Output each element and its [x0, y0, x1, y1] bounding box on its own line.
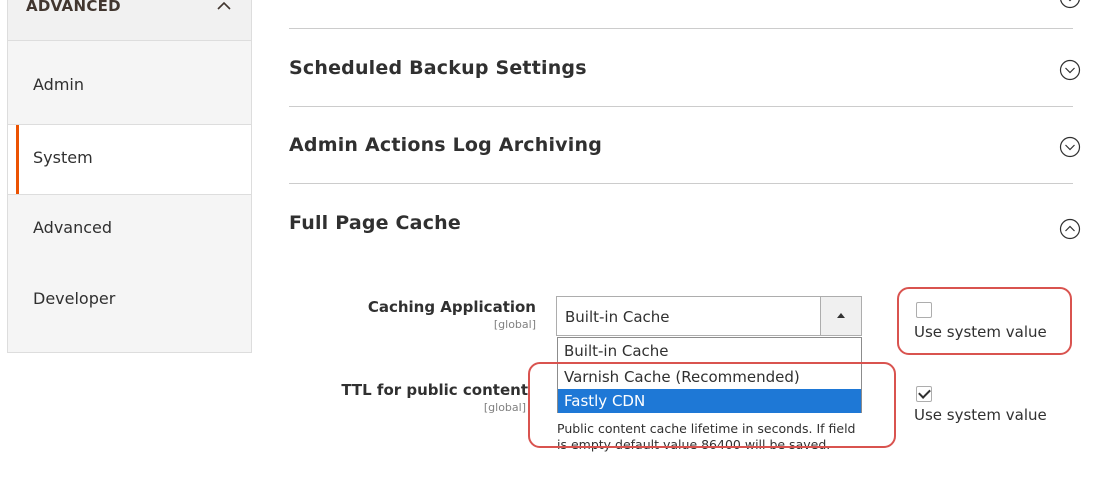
- sidebar-item-label: Advanced: [33, 218, 113, 237]
- sidebar-item-system[interactable]: System: [8, 124, 251, 195]
- caching-application-select[interactable]: Built-in Cache: [556, 296, 862, 336]
- caching-application-scope: [global]: [493, 318, 536, 331]
- section-title-scheduled-backup[interactable]: Scheduled Backup Settings: [289, 57, 587, 79]
- sidebar-item-advanced[interactable]: Advanced: [8, 195, 251, 266]
- sidebar-section-header[interactable]: ADVANCED: [8, 0, 251, 41]
- select-value: Built-in Cache: [565, 308, 670, 326]
- ttl-public-content-scope: [global]: [483, 401, 526, 414]
- sidebar-item-admin[interactable]: Admin: [8, 52, 251, 123]
- section-divider: [289, 28, 1073, 29]
- use-system-value-checkbox-ttl[interactable]: [916, 386, 932, 402]
- sidebar-item-label: System: [33, 148, 93, 167]
- caching-application-label: Caching Application: [367, 298, 536, 316]
- section-divider: [289, 183, 1073, 184]
- highlight-ring-system-value: [897, 287, 1072, 355]
- chevron-up-icon[interactable]: [215, 0, 233, 15]
- expand-circle-icon[interactable]: [1059, 0, 1081, 9]
- option-built-in-cache[interactable]: Built-in Cache: [558, 339, 861, 363]
- use-system-value-label: Use system value: [914, 406, 1047, 424]
- ttl-public-content-label: TTL for public content: [341, 381, 528, 399]
- sidebar: ADVANCED Admin System Advanced Developer: [7, 0, 252, 353]
- sidebar-item-developer[interactable]: Developer: [8, 266, 251, 337]
- section-title-admin-actions-log[interactable]: Admin Actions Log Archiving: [289, 134, 602, 156]
- expand-circle-icon[interactable]: [1059, 59, 1081, 81]
- sidebar-section-title: ADVANCED: [26, 0, 121, 15]
- highlight-ring-options: [528, 362, 896, 448]
- sidebar-item-label: Admin: [33, 75, 84, 94]
- section-title-full-page-cache[interactable]: Full Page Cache: [289, 212, 461, 234]
- section-divider: [289, 106, 1073, 107]
- sidebar-item-label: Developer: [33, 289, 116, 308]
- collapse-circle-icon[interactable]: [1059, 218, 1081, 240]
- expand-circle-icon[interactable]: [1059, 136, 1081, 158]
- select-arrow-icon[interactable]: [820, 297, 861, 335]
